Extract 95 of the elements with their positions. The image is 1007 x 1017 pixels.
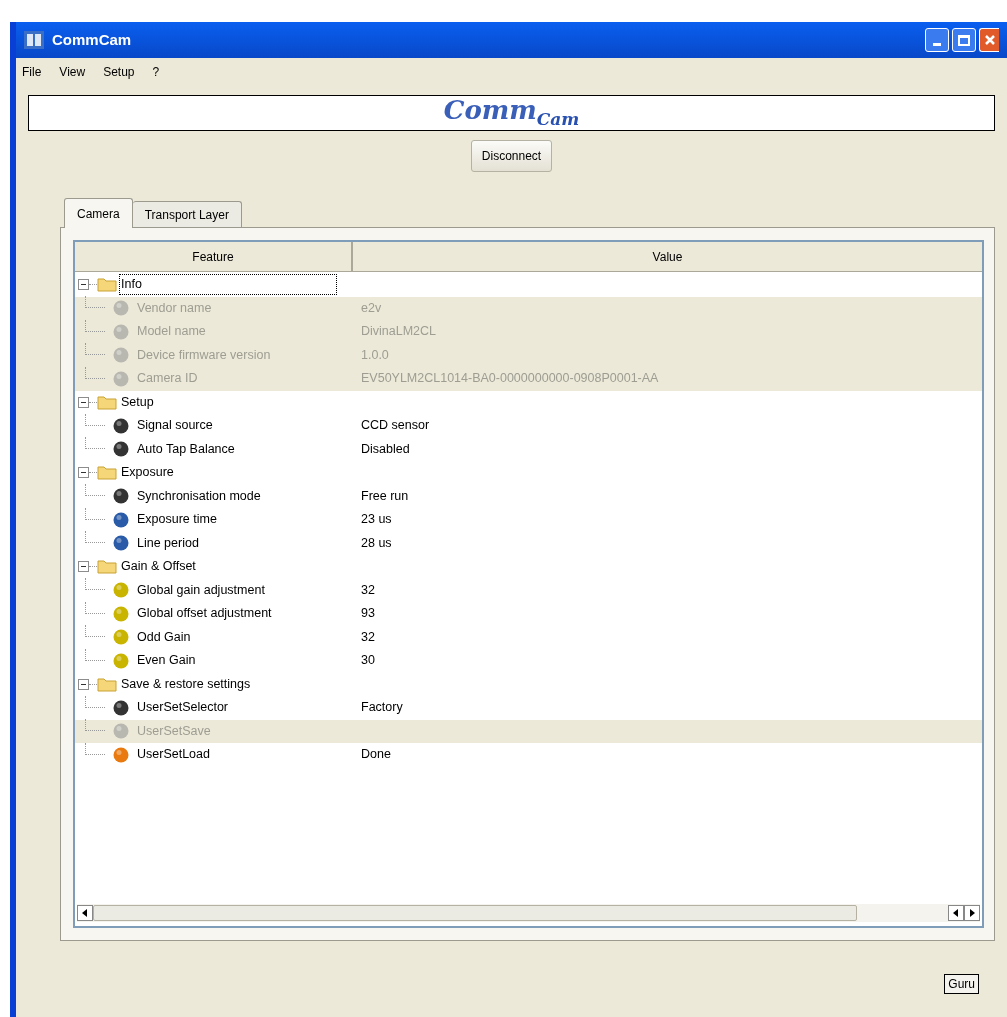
feature-name: Device firmware version [137, 346, 271, 364]
feature-icon [113, 511, 129, 528]
feature-icon [113, 488, 129, 505]
feature-icon [113, 535, 129, 552]
feature-row[interactable]: Odd Gain 32 [75, 625, 982, 649]
feature-value: 30 [360, 652, 375, 670]
close-icon [983, 34, 996, 46]
menu-item[interactable]: ? [152, 62, 160, 81]
feature-row[interactable]: Synchronisation mode Free run [75, 484, 982, 508]
feature-icon [113, 746, 129, 763]
feature-row[interactable]: Auto Tap Balance Disabled [75, 437, 982, 461]
window-title: CommCam [52, 29, 132, 50]
feature-row[interactable]: Exposure time 23 us [75, 508, 982, 532]
scroll-thumb[interactable] [93, 905, 857, 921]
feature-icon [113, 441, 129, 458]
feature-row[interactable]: Signal source CCD sensor [75, 414, 982, 438]
feature-icon [113, 582, 129, 599]
feature-icon [113, 652, 129, 669]
guru-button[interactable]: Guru [944, 974, 979, 994]
scroll-left-icon[interactable] [948, 905, 964, 921]
collapse-icon[interactable] [78, 678, 89, 690]
feature-name: UserSetSelector [137, 699, 228, 717]
feature-value: Free run [360, 487, 409, 505]
feature-value: 1.0.0 [360, 346, 389, 364]
feature-name: Odd Gain [137, 628, 191, 646]
feature-name: Even Gain [137, 652, 196, 670]
feature-name: Model name [137, 323, 206, 341]
collapse-icon[interactable] [78, 279, 89, 291]
feature-row[interactable]: UserSetSelector Factory [75, 696, 982, 720]
scroll-left-icon[interactable] [77, 905, 93, 921]
feature-value: DivinaLM2CL [360, 323, 437, 341]
disconnect-button[interactable]: Disconnect [470, 140, 553, 172]
group-label[interactable]: Setup [120, 392, 155, 412]
feature-row[interactable]: Global offset adjustment 93 [75, 602, 982, 626]
feature-value: CCD sensor [360, 417, 430, 435]
group-label[interactable]: Exposure [120, 463, 175, 483]
column-header[interactable]: Value [353, 242, 982, 271]
group-label[interactable]: Info [119, 274, 337, 296]
feature-value: Disabled [360, 440, 410, 458]
group-label[interactable]: Save & restore settings [120, 674, 252, 694]
feature-value: 93 [360, 605, 375, 623]
feature-name: Auto Tap Balance [137, 440, 235, 458]
folder-icon [97, 277, 117, 293]
menu-item[interactable]: Setup [103, 62, 135, 81]
feature-name: Synchronisation mode [137, 487, 261, 505]
feature-name: UserSetSave [137, 722, 211, 740]
feature-value: EV50YLM2CL1014-BA0-0000000000-0908P0001-AA [360, 370, 659, 388]
feature-value: 32 [360, 628, 375, 646]
feature-icon [113, 370, 129, 387]
feature-icon [113, 347, 129, 364]
folder-icon [97, 676, 117, 692]
scroll-right-icon[interactable] [964, 905, 980, 921]
tab[interactable]: Transport Layer [132, 201, 242, 227]
feature-row[interactable]: Line period 28 us [75, 531, 982, 555]
feature-name: Vendor name [137, 299, 212, 317]
collapse-icon[interactable] [78, 396, 89, 408]
feature-value: 23 us [360, 511, 392, 529]
feature-row[interactable]: Global gain adjustment 32 [75, 578, 982, 602]
column-header[interactable]: Feature [75, 242, 353, 271]
feature-icon [113, 699, 129, 716]
feature-icon [113, 605, 129, 622]
feature-name: UserSetLoad [137, 746, 210, 764]
feature-name: Global offset adjustment [137, 605, 272, 623]
feature-value: 32 [360, 581, 375, 599]
feature-value: Done [360, 746, 391, 764]
tab[interactable]: Camera [64, 198, 133, 228]
maximize-button[interactable] [952, 28, 976, 52]
folder-icon [97, 559, 117, 575]
feature-icon [113, 417, 129, 434]
feature-icon [113, 629, 129, 646]
minimize-button[interactable] [925, 28, 949, 52]
feature-name: Global gain adjustment [137, 581, 265, 599]
folder-icon [97, 394, 117, 410]
group-label[interactable]: Gain & Offset [120, 557, 197, 577]
feature-row[interactable]: Even Gain 30 [75, 649, 982, 673]
feature-icon [113, 323, 129, 340]
feature-value: 28 us [360, 534, 392, 552]
feature-value: Factory [360, 699, 403, 717]
feature-icon [113, 300, 129, 317]
feature-name: Exposure time [137, 511, 217, 529]
feature-name: Signal source [137, 417, 213, 435]
app-icon [24, 31, 44, 49]
feature-row[interactable]: UserSetLoad Done [75, 743, 982, 767]
horizontal-scrollbar[interactable] [77, 904, 980, 922]
feature-icon [113, 723, 129, 740]
collapse-icon[interactable] [78, 561, 89, 573]
menu-item[interactable]: View [59, 62, 86, 81]
feature-name: Camera ID [137, 370, 198, 388]
logo: Comm$_{Cam}$ [443, 97, 580, 129]
collapse-icon[interactable] [78, 467, 89, 479]
feature-name: Line period [137, 534, 199, 552]
feature-value: e2v [360, 299, 382, 317]
folder-icon [97, 465, 117, 481]
close-button[interactable] [979, 28, 999, 52]
menu-item[interactable]: File [22, 62, 42, 81]
